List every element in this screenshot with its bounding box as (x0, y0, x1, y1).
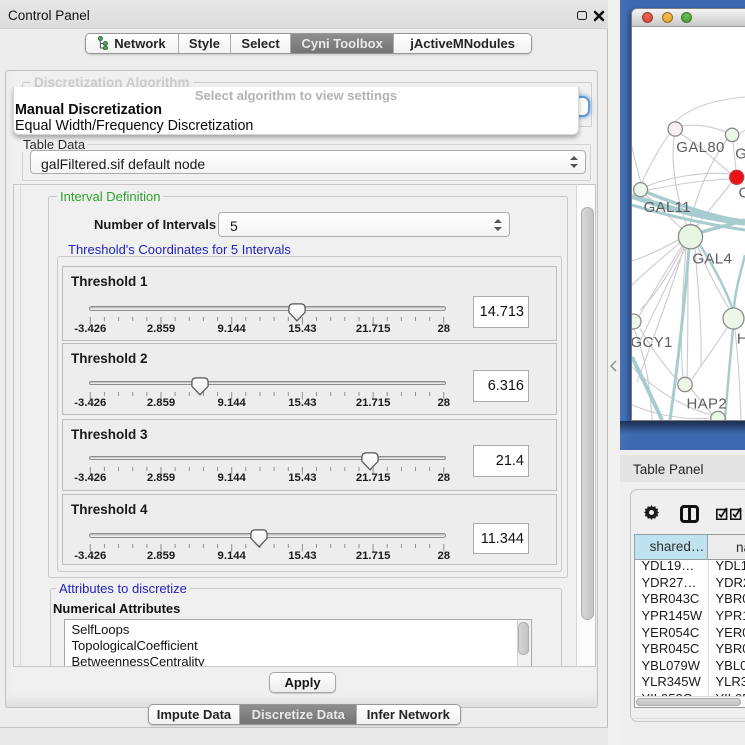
svg-text:CY: CY (739, 185, 745, 202)
svg-text:HAP2: HAP2 (687, 396, 728, 413)
svg-text:GAL11: GAL11 (644, 199, 691, 216)
svg-text:GAL80: GAL80 (676, 139, 724, 156)
svg-text:GCY1: GCY1 (632, 334, 673, 351)
svg-text:GAL4: GAL4 (692, 250, 732, 267)
svg-text:GA: GA (735, 146, 745, 163)
svg-text:HI: HI (737, 331, 745, 348)
